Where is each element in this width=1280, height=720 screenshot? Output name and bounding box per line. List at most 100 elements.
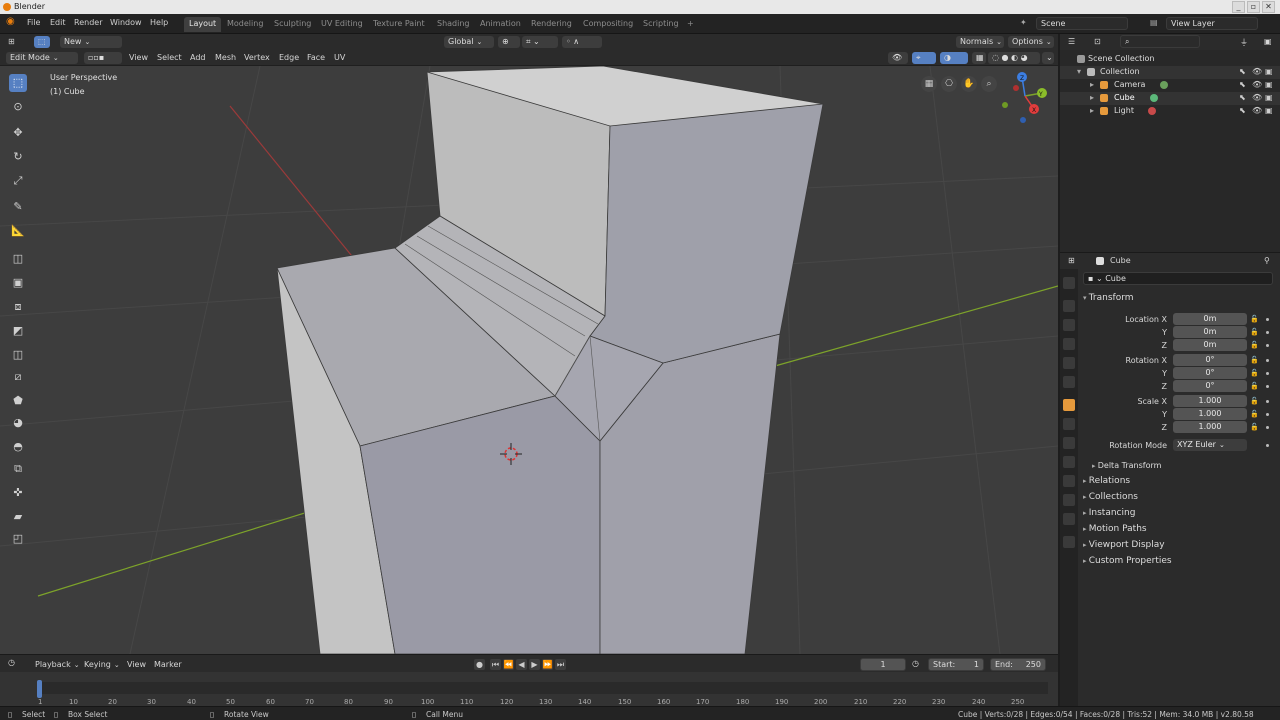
mode-dropdown[interactable]: Edit Mode (6, 52, 78, 64)
tab-modeling[interactable]: Modeling (222, 17, 268, 32)
menu-render[interactable]: Render (74, 18, 102, 27)
keyframe-location-y-icon[interactable] (1266, 331, 1269, 334)
cube-mesh[interactable] (276, 66, 824, 654)
pan-hand-icon[interactable]: ✋ (961, 76, 977, 92)
relations-panel-header[interactable]: Relations (1083, 476, 1130, 486)
display-mode-icon[interactable]: ⊡ (1094, 37, 1101, 46)
modifiers-tab-icon[interactable] (1063, 418, 1075, 430)
collection-visibility-icon[interactable]: 👁 (1252, 67, 1262, 76)
cube-expand-icon[interactable]: ▸ (1090, 93, 1094, 102)
scale-z-field[interactable]: 1.000 (1173, 421, 1247, 433)
select-mode-icons[interactable]: ▫▫▪ (84, 52, 122, 64)
shear-tool-icon[interactable]: ▰ (9, 508, 27, 526)
keyframe-scale-z-icon[interactable] (1266, 426, 1269, 429)
new-collection-icon[interactable]: ▣ (1264, 37, 1272, 46)
lock-scale-y-icon[interactable]: 🔓 (1250, 410, 1259, 418)
orientation-dropdown[interactable]: Global (444, 36, 494, 48)
light-visibility-icon[interactable]: 👁 (1252, 106, 1262, 115)
keyframe-location-x-icon[interactable] (1266, 318, 1269, 321)
3d-viewport[interactable]: Y Z X User Perspective (1) Cube ▦ ⎔ ✋ ⌕ (0, 66, 1058, 654)
menu-edit[interactable]: Edit (50, 18, 66, 27)
keyframe-rotation-y-icon[interactable] (1266, 372, 1269, 375)
bevel-tool-icon[interactable]: ◩ (9, 322, 27, 340)
jump-keyframe-forward-button[interactable]: ⏩ (542, 659, 553, 670)
blender-menu-icon[interactable]: ◉ (6, 16, 15, 27)
add-cube-tool-icon[interactable]: ◫ (9, 250, 27, 268)
annotate-tool-icon[interactable]: ✎ (9, 198, 27, 216)
texture-tab-icon[interactable] (1063, 536, 1075, 548)
measure-tool-icon[interactable]: 📐 (9, 222, 27, 240)
menu-file[interactable]: File (27, 18, 40, 27)
add-workspace-button[interactable]: + (682, 17, 699, 32)
tab-compositing[interactable]: Compositing (578, 17, 638, 32)
extrude-tool-icon[interactable]: ▣ (9, 274, 27, 292)
pin-icon[interactable]: ⚲ (1264, 256, 1270, 265)
new-dropdown[interactable]: New (60, 36, 122, 48)
tab-shading[interactable]: Shading (432, 17, 475, 32)
rip-region-tool-icon[interactable]: ◰ (9, 530, 27, 548)
jump-keyframe-back-button[interactable]: ⏪ (503, 659, 514, 670)
properties-editor-icon[interactable]: ⊞ (1068, 256, 1075, 265)
move-tool-icon[interactable]: ✥ (9, 124, 27, 142)
world-tab-icon[interactable] (1063, 376, 1075, 388)
rotation-x-field[interactable]: 0° (1173, 354, 1247, 366)
cube-visibility-icon[interactable]: 👁 (1252, 93, 1262, 102)
outliner-row-light[interactable]: ▸ Light ⬉ 👁 ▣ (1060, 105, 1280, 118)
light-data-icon[interactable] (1148, 107, 1156, 115)
transform-panel-header[interactable]: Transform (1083, 293, 1134, 303)
keyframe-rotation-mode-icon[interactable] (1266, 444, 1269, 447)
lock-location-x-icon[interactable]: 🔓 (1250, 315, 1259, 323)
outliner-row-scene-collection[interactable]: Scene Collection (1060, 53, 1280, 66)
tab-uv-editing[interactable]: UV Editing (316, 17, 368, 32)
current-frame-field[interactable]: 1 (860, 658, 906, 671)
timeline-ruler[interactable]: 1 10 20 30 40 50 60 70 80 90 100 110 120… (0, 672, 1058, 707)
delta-transform-header[interactable]: Delta Transform (1092, 461, 1162, 470)
outliner-search-input[interactable]: ⌕ (1120, 35, 1200, 48)
record-button[interactable]: ● (474, 659, 485, 670)
camera-visibility-icon[interactable]: 👁 (1252, 80, 1262, 89)
select-box-tool-icon[interactable]: ⬚ (9, 74, 27, 92)
keyframe-scale-x-icon[interactable] (1266, 400, 1269, 403)
keyframe-rotation-x-icon[interactable] (1266, 359, 1269, 362)
knife-tool-icon[interactable]: ⧄ (9, 368, 27, 386)
scene-field[interactable]: Scene (1036, 17, 1128, 30)
playhead[interactable] (37, 680, 42, 698)
keyframe-location-z-icon[interactable] (1266, 344, 1269, 347)
lock-rotation-z-icon[interactable]: 🔓 (1250, 382, 1259, 390)
rotate-tool-icon[interactable]: ↻ (9, 148, 27, 166)
collection-expand-icon[interactable]: ▾ (1077, 67, 1081, 76)
lock-rotation-x-icon[interactable]: 🔓 (1250, 356, 1259, 364)
scale-tool-icon[interactable]: ⤢ (9, 172, 27, 190)
visibility-icon[interactable]: 👁 (888, 52, 908, 64)
lock-location-y-icon[interactable]: 🔓 (1250, 328, 1259, 336)
jump-start-button[interactable]: ⏮ (490, 659, 501, 670)
view-layer-tab-icon[interactable] (1063, 338, 1075, 350)
shading-dropdown-icon[interactable]: ⌄ (1042, 52, 1054, 64)
editor-type-icon[interactable]: ⊞ (8, 37, 15, 46)
menu-add[interactable]: Add (190, 53, 206, 62)
spin-tool-icon[interactable]: ◕ (9, 414, 27, 432)
menu-edge[interactable]: Edge (279, 53, 299, 62)
loop-cut-tool-icon[interactable]: ◫ (9, 346, 27, 364)
xray-icon[interactable]: ▦ (972, 52, 986, 64)
overlay-toggle-icon[interactable]: ◑ (940, 52, 968, 64)
close-button[interactable]: ✕ (1262, 1, 1275, 13)
menu-face[interactable]: Face (307, 53, 325, 62)
light-render-icon[interactable]: ▣ (1265, 106, 1273, 115)
physics-tab-icon[interactable] (1063, 456, 1075, 468)
keying-menu[interactable]: Keying (84, 660, 120, 669)
pivot-icon[interactable]: ⊕ (498, 36, 520, 48)
menu-window[interactable]: Window (110, 18, 142, 27)
timeline-view-menu[interactable]: View (127, 660, 146, 669)
keyframe-scale-y-icon[interactable] (1266, 413, 1269, 416)
data-tab-icon[interactable] (1063, 494, 1075, 506)
outliner-row-camera[interactable]: ▸ Camera ⬉ 👁 ▣ (1060, 79, 1280, 92)
collection-select-icon[interactable]: ⬉ (1239, 67, 1246, 76)
viewport-display-panel-header[interactable]: Viewport Display (1083, 540, 1165, 550)
tab-sculpting[interactable]: Sculpting (269, 17, 316, 32)
inset-tool-icon[interactable]: ⧈ (9, 298, 27, 316)
keyframe-rotation-z-icon[interactable] (1266, 385, 1269, 388)
output-tab-icon[interactable] (1063, 319, 1075, 331)
object-tab-icon[interactable] (1063, 399, 1075, 411)
outliner-row-cube[interactable]: ▸ Cube ⬉ 👁 ▣ (1060, 92, 1280, 105)
